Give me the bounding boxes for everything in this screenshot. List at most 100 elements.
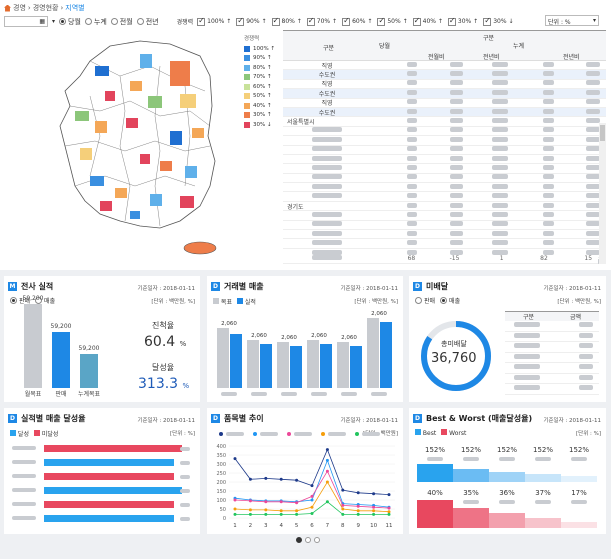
data-point[interactable] [310, 484, 314, 488]
data-point[interactable] [372, 492, 376, 496]
data-point[interactable] [387, 493, 391, 497]
map-region[interactable] [105, 91, 115, 101]
table-row[interactable] [283, 192, 606, 202]
data-point[interactable] [233, 498, 237, 502]
rate-option-5[interactable]: 50% ↑ [377, 16, 408, 26]
hbar[interactable] [44, 473, 174, 480]
map-jeju[interactable] [183, 241, 217, 255]
series-line[interactable] [234, 448, 390, 495]
bar-target[interactable] [247, 340, 259, 388]
data-point[interactable] [264, 500, 268, 504]
checkbox-icon[interactable] [271, 16, 280, 26]
table-scrollbar[interactable] [599, 123, 606, 264]
hbar[interactable] [44, 515, 174, 522]
data-point[interactable] [356, 491, 360, 495]
hbar[interactable] [44, 487, 182, 494]
best-bar[interactable] [417, 464, 453, 482]
data-point[interactable] [295, 501, 299, 505]
data-point[interactable] [264, 508, 268, 512]
period-option-nugye[interactable]: 누계 [84, 17, 107, 27]
table-row[interactable] [283, 211, 606, 221]
bar-actual[interactable] [230, 334, 242, 388]
table-row[interactable] [283, 136, 606, 146]
data-point[interactable] [387, 512, 391, 516]
rate-option-7[interactable]: 30% ↑ [447, 16, 478, 26]
map-region[interactable] [192, 128, 204, 138]
map-region[interactable] [126, 118, 138, 128]
data-point[interactable] [248, 477, 252, 481]
table-row[interactable] [505, 384, 599, 395]
rate-option-8[interactable]: 30% ↓ [483, 16, 513, 26]
bar-target[interactable] [367, 318, 379, 388]
data-point[interactable] [325, 448, 329, 452]
table-row[interactable] [505, 342, 599, 353]
data-point[interactable] [310, 512, 314, 515]
table-row[interactable] [283, 155, 606, 165]
rate-option-4[interactable]: 60% ↑ [342, 16, 372, 26]
table-row[interactable] [505, 332, 599, 342]
table-row[interactable] [283, 127, 606, 137]
map-region[interactable] [160, 161, 172, 171]
date-field[interactable]: ▦ [4, 16, 48, 27]
table-row[interactable]: 수도권 [283, 89, 606, 99]
map-region[interactable] [90, 176, 104, 186]
map-region[interactable] [170, 61, 190, 86]
table-row[interactable]: 수도권 [283, 70, 606, 80]
map-region[interactable] [185, 166, 197, 178]
worst-bar[interactable] [453, 508, 489, 528]
data-point[interactable] [372, 512, 376, 516]
checkbox-icon[interactable] [377, 16, 386, 26]
data-point[interactable] [341, 507, 345, 511]
data-point[interactable] [279, 500, 283, 504]
table-row[interactable]: 경기도 [283, 202, 606, 212]
table-row[interactable] [283, 164, 606, 174]
radio-icon[interactable] [84, 18, 92, 25]
worst-bar[interactable] [525, 518, 561, 528]
data-point[interactable] [387, 506, 391, 510]
calendar-icon[interactable]: ▦ [39, 18, 45, 25]
data-point[interactable] [295, 512, 299, 516]
data-point[interactable] [325, 480, 329, 484]
data-point[interactable] [372, 509, 376, 513]
table-row[interactable]: 직영 [283, 61, 606, 71]
data-point[interactable] [356, 512, 360, 516]
rate-option-6[interactable]: 40% ↑ [412, 16, 443, 26]
hbar[interactable] [44, 501, 174, 508]
bar-2[interactable] [80, 354, 98, 388]
map-region[interactable] [148, 96, 162, 108]
data-point[interactable] [310, 494, 314, 498]
bar-actual[interactable] [290, 346, 302, 388]
bar-1[interactable] [52, 332, 70, 388]
data-point[interactable] [248, 499, 252, 503]
page-dot-1[interactable] [296, 537, 302, 543]
worst-bar[interactable] [417, 500, 453, 528]
bar-actual[interactable] [350, 346, 362, 388]
data-point[interactable] [248, 508, 252, 512]
map-region[interactable] [95, 121, 107, 133]
data-point[interactable] [264, 476, 268, 480]
best-bar[interactable] [561, 476, 597, 482]
data-point[interactable] [310, 505, 314, 509]
map-region[interactable] [80, 148, 92, 160]
map-region[interactable] [170, 131, 182, 145]
radio-icon[interactable] [110, 18, 118, 25]
data-point[interactable] [233, 512, 237, 516]
data-point[interactable] [279, 509, 283, 513]
checkbox-icon[interactable] [447, 16, 456, 26]
rate-option-2[interactable]: 80% ↑ [271, 16, 302, 26]
unit-select[interactable]: 단위 : % ▾ [545, 15, 599, 26]
rate-option-3[interactable]: 70% ↑ [306, 16, 337, 26]
data-point[interactable] [279, 512, 283, 516]
map-region[interactable] [75, 111, 89, 121]
data-point[interactable] [372, 505, 376, 509]
bar-actual[interactable] [320, 344, 332, 388]
worst-bar[interactable] [561, 522, 597, 528]
data-point[interactable] [248, 512, 252, 516]
data-point[interactable] [295, 509, 299, 513]
period-option-jeonwol[interactable]: 전월 [110, 17, 133, 27]
best-bar[interactable] [525, 474, 561, 482]
table-row[interactable] [505, 353, 599, 363]
map-region[interactable] [150, 194, 162, 206]
map-region[interactable] [140, 154, 150, 164]
data-point[interactable] [233, 457, 237, 461]
